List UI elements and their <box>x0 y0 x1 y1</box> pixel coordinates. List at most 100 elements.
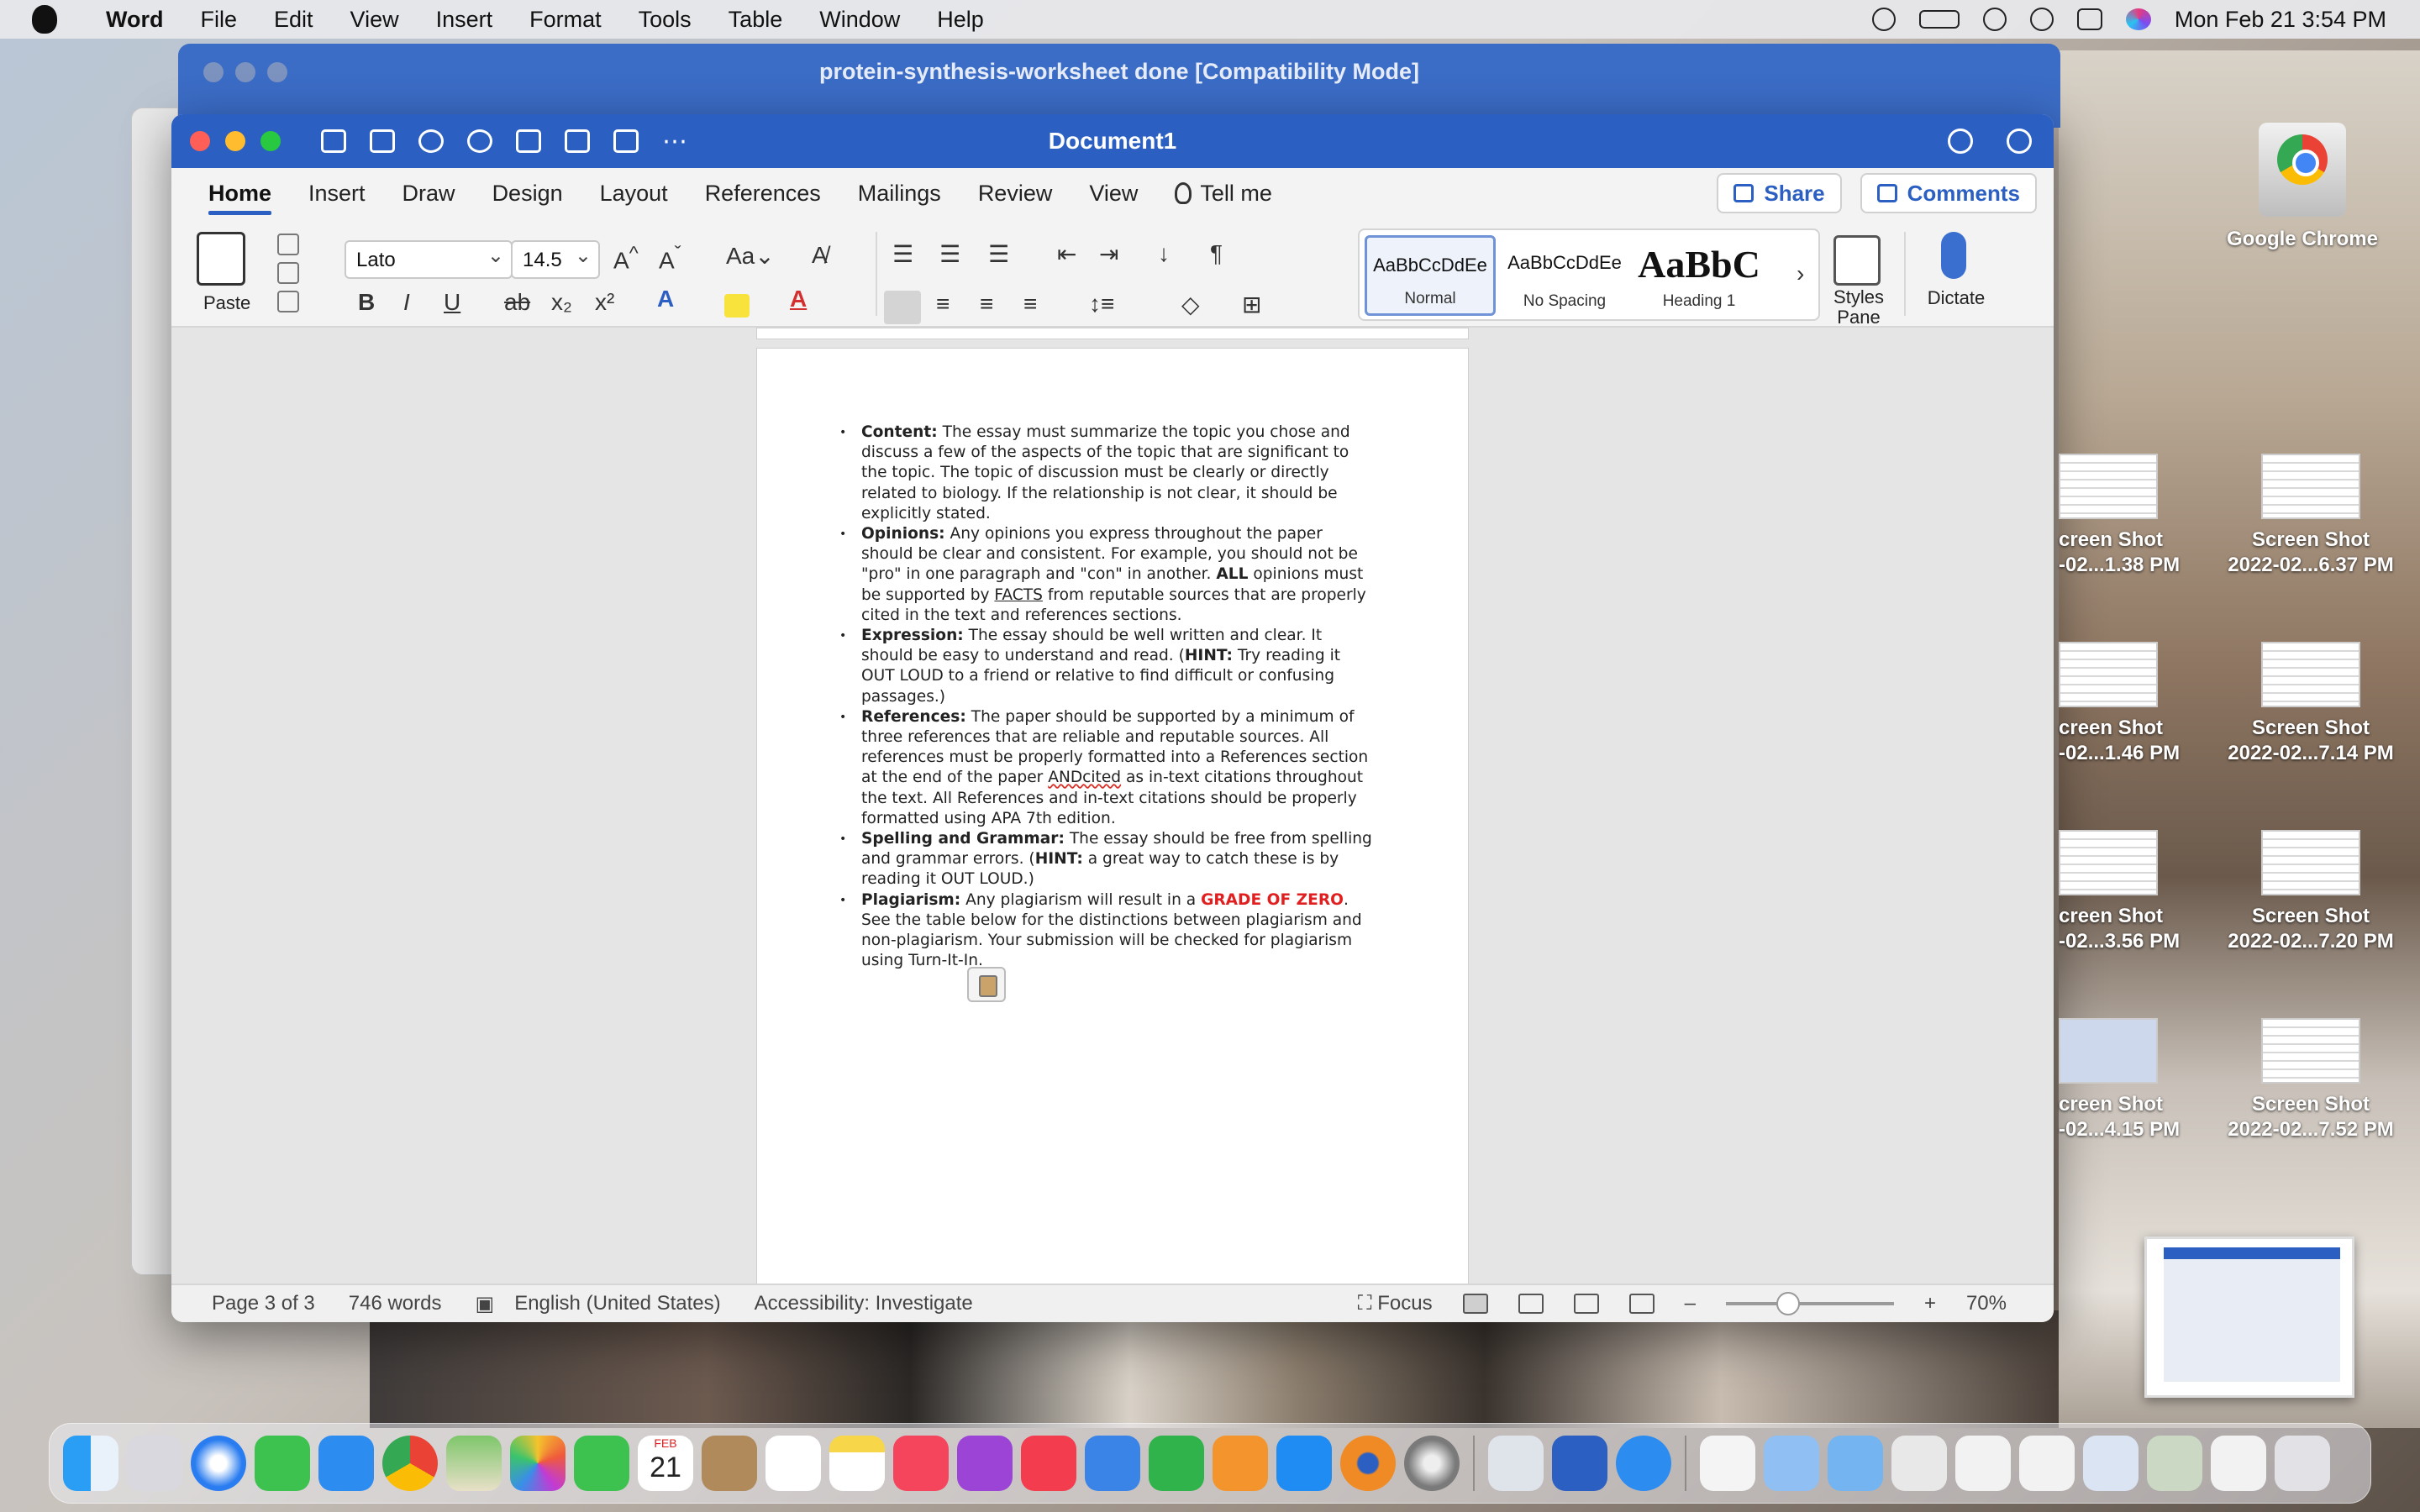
save-icon[interactable] <box>370 129 395 153</box>
desktop-screenshot-6[interactable]: Screen Shot 2022-02...7.20 PM <box>2210 830 2412 954</box>
format-painter-icon[interactable] <box>277 291 299 312</box>
tab-home[interactable]: Home <box>190 168 290 218</box>
contacts-icon[interactable] <box>702 1436 757 1491</box>
recent-screenshot-icon[interactable] <box>2019 1436 2075 1491</box>
line-spacing-icon[interactable]: ↕≡ <box>1089 291 1114 318</box>
zoom-window-button[interactable] <box>260 131 281 151</box>
cut-icon[interactable] <box>277 234 299 255</box>
photos-icon[interactable] <box>510 1436 566 1491</box>
increase-font-size-icon[interactable]: A^ <box>613 242 639 274</box>
tab-references[interactable]: References <box>687 168 839 218</box>
superscript-icon[interactable]: x² <box>595 289 614 316</box>
style-heading-1[interactable]: AaBbC Heading 1 <box>1634 235 1765 316</box>
recent-screenshot-icon[interactable] <box>2083 1436 2139 1491</box>
proofing-icon[interactable]: ▣ <box>476 1292 495 1316</box>
more-icon[interactable]: ⋯ <box>662 127 687 156</box>
increase-indent-icon[interactable]: ⇥ <box>1099 240 1118 268</box>
bullets-icon[interactable]: ☰ <box>892 240 913 268</box>
page-count[interactable]: Page 3 of 3 <box>212 1292 315 1315</box>
apple-icon[interactable] <box>32 5 57 34</box>
trash-icon[interactable] <box>2275 1436 2330 1491</box>
zoom-in-button[interactable]: + <box>1924 1292 1936 1315</box>
menu-help[interactable]: Help <box>918 7 1002 33</box>
decrease-indent-icon[interactable]: ⇤ <box>1057 240 1076 268</box>
desktop-screenshot-3[interactable]: creen Shot -02...1.46 PM <box>2059 642 2227 766</box>
music-icon[interactable] <box>893 1436 949 1491</box>
facetime-icon[interactable] <box>574 1436 629 1491</box>
redo-icon[interactable] <box>467 129 492 153</box>
tab-review[interactable]: Review <box>960 168 1071 218</box>
control-center-icon[interactable] <box>2076 8 2102 30</box>
zoom-icon[interactable] <box>1616 1436 1671 1491</box>
menu-tools[interactable]: Tools <box>620 7 710 33</box>
numbering-icon[interactable]: ☰ <box>939 240 960 268</box>
document-canvas[interactable]: Content: The essay must summarize the to… <box>171 328 2054 1292</box>
account-icon[interactable] <box>2007 129 2032 154</box>
tab-design[interactable]: Design <box>474 168 581 218</box>
document-body[interactable]: Content: The essay must summarize the to… <box>839 423 1374 971</box>
undo-icon[interactable] <box>418 129 444 153</box>
close-window-button[interactable] <box>190 131 210 151</box>
align-right-icon[interactable]: ≡ <box>980 291 993 318</box>
menu-edit[interactable]: Edit <box>255 7 332 33</box>
italic-icon[interactable]: I <box>403 289 410 316</box>
calendar-icon[interactable]: FEB 21 <box>638 1436 693 1491</box>
screenshot-preview-thumbnail[interactable] <box>2144 1236 2354 1398</box>
align-left-icon[interactable] <box>884 291 921 324</box>
blender-icon[interactable] <box>1340 1436 1396 1491</box>
language[interactable]: English (United States) <box>514 1292 720 1315</box>
style-normal[interactable]: AaBbCcDdEe Normal <box>1365 235 1496 316</box>
menu-format[interactable]: Format <box>511 7 620 33</box>
recent-screenshot-icon[interactable] <box>1955 1436 2011 1491</box>
desktop-screenshot-8[interactable]: Screen Shot 2022-02...7.52 PM <box>2210 1018 2412 1142</box>
web-layout-icon[interactable] <box>1518 1294 1544 1314</box>
system-preferences-icon[interactable] <box>1404 1436 1460 1491</box>
menu-table[interactable]: Table <box>710 7 802 33</box>
styles-pane-icon[interactable] <box>1833 235 1881 286</box>
podcasts-icon[interactable] <box>957 1436 1013 1491</box>
justify-icon[interactable]: ≡ <box>1023 291 1037 318</box>
font-name-dropdown[interactable]: Lato <box>345 240 513 279</box>
focus-mode-button[interactable]: ⛶ Focus <box>1358 1292 1433 1315</box>
draft-view-icon[interactable] <box>1628 1294 1655 1314</box>
spelling-error-word[interactable]: ANDcited <box>1048 769 1121 786</box>
share-button[interactable]: Share <box>1717 173 1842 213</box>
news-icon[interactable] <box>1021 1436 1076 1491</box>
tab-layout[interactable]: Layout <box>581 168 687 218</box>
minimize-window-button[interactable] <box>225 131 245 151</box>
borders-icon[interactable]: ⊞ <box>1242 291 1261 318</box>
desktop-screenshot-5[interactable]: creen Shot -02...3.56 PM <box>2059 830 2227 954</box>
pages-icon[interactable] <box>1213 1436 1268 1491</box>
change-case-icon[interactable]: Aa⌄ <box>726 242 775 270</box>
font-size-dropdown[interactable]: 14.5 <box>511 240 600 279</box>
recent-document-icon[interactable] <box>1700 1436 1755 1491</box>
menu-file[interactable]: File <box>182 7 256 33</box>
search-icon[interactable] <box>1948 129 1973 154</box>
desktop-screenshot-2[interactable]: Screen Shot 2022-02...6.37 PM <box>2210 454 2412 578</box>
battery-icon[interactable] <box>1918 10 1960 29</box>
new-document-icon[interactable] <box>613 129 639 153</box>
reminders-icon[interactable] <box>765 1436 821 1491</box>
zoom-level[interactable]: 70% <box>1966 1292 2007 1315</box>
desktop-screenshot-4[interactable]: Screen Shot 2022-02...7.14 PM <box>2210 642 2412 766</box>
comments-button[interactable]: Comments <box>1860 173 2037 213</box>
text-effects-icon[interactable]: A <box>657 286 674 312</box>
strikethrough-icon[interactable]: ab <box>504 289 530 316</box>
home-icon[interactable] <box>321 129 346 153</box>
edit-icon[interactable] <box>565 129 590 153</box>
tab-draw[interactable]: Draw <box>384 168 474 218</box>
print-icon[interactable] <box>516 129 541 153</box>
wifi-icon[interactable] <box>1982 8 2007 31</box>
launchpad-icon[interactable] <box>127 1436 182 1491</box>
desktop-google-chrome[interactable]: Google Chrome <box>2210 123 2395 252</box>
show-formatting-marks-icon[interactable]: ¶ <box>1210 240 1223 267</box>
paste-options-icon[interactable] <box>967 967 1006 1002</box>
sort-icon[interactable]: ↓ <box>1158 240 1170 267</box>
shading-icon[interactable]: ◇ <box>1181 291 1200 318</box>
zoom-slider-thumb[interactable] <box>1776 1292 1800 1315</box>
maps-icon[interactable] <box>446 1436 502 1491</box>
bold-icon[interactable]: B <box>358 289 375 316</box>
safari-icon[interactable] <box>191 1436 246 1491</box>
preview-icon[interactable] <box>1488 1436 1544 1491</box>
word-count[interactable]: 746 words <box>349 1292 442 1315</box>
